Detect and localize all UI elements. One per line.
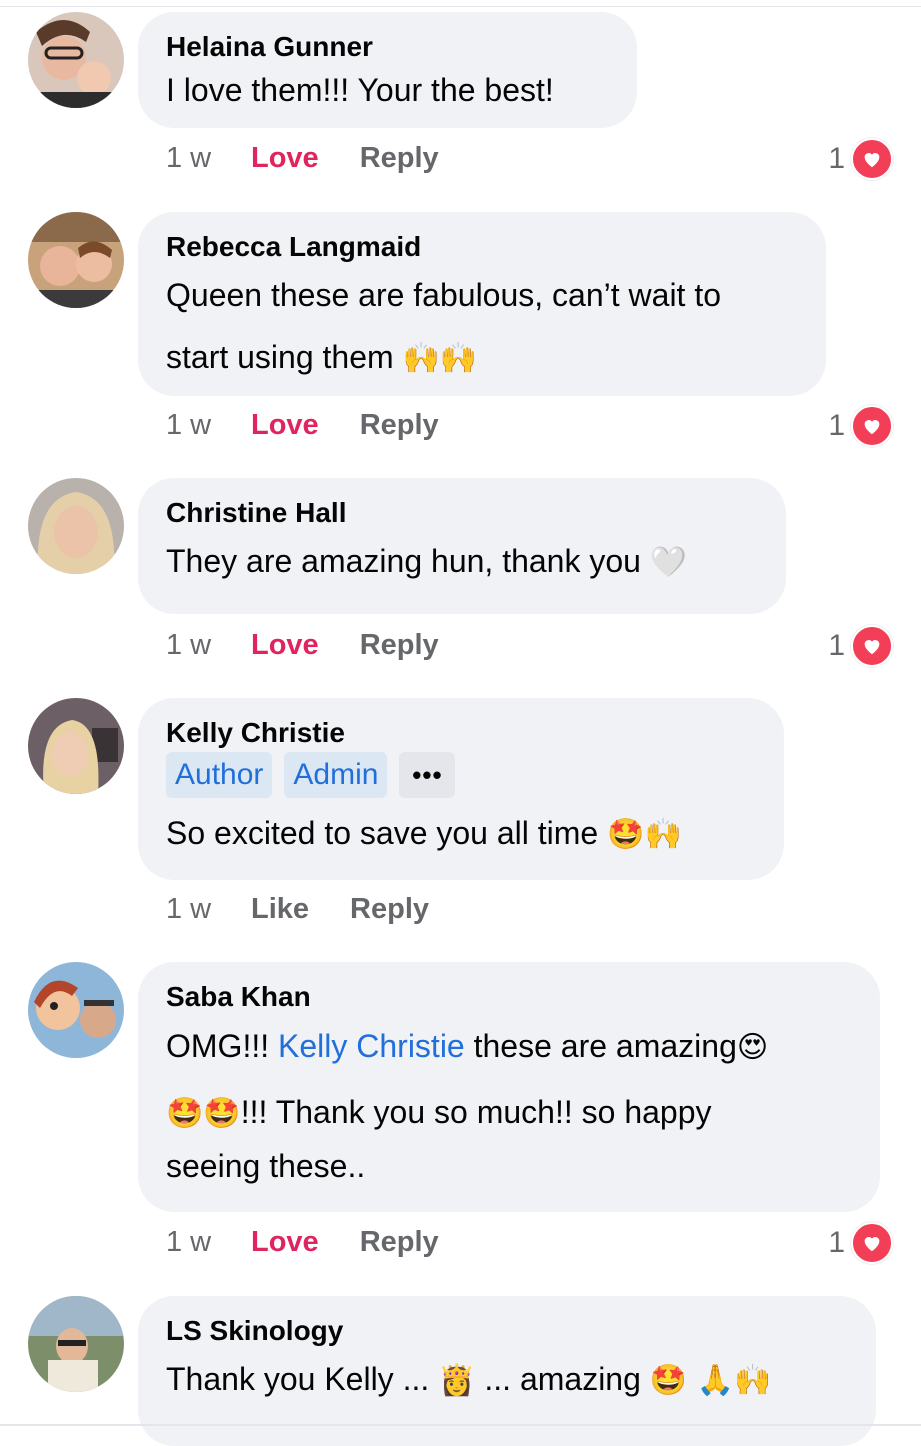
avatar[interactable] [28, 478, 124, 574]
top-divider [0, 6, 921, 7]
comment-text-line: OMG!!! [166, 1028, 278, 1064]
like-button[interactable]: Like [251, 893, 309, 926]
reaction-summary[interactable]: 1 [828, 1222, 893, 1264]
comment-text: Queen these are fabulous, can’t wait to … [166, 264, 798, 390]
avatar[interactable] [28, 1296, 124, 1392]
timestamp[interactable]: 1 w [166, 893, 251, 926]
comment-actions: 1 w Love Reply [166, 405, 480, 445]
comment-actions: 1 w Love Reply [166, 625, 480, 665]
avatar[interactable] [28, 12, 124, 108]
love-button[interactable]: Love [251, 629, 319, 662]
comment-text-line: Queen these are fabulous, can’t wait to [166, 277, 722, 313]
comment-text: So excited to save you all time 🤩🙌 [166, 800, 756, 868]
avatar[interactable] [28, 212, 124, 308]
reaction-summary[interactable]: 1 [828, 405, 893, 447]
timestamp[interactable]: 1 w [166, 629, 251, 662]
bottom-divider [0, 1424, 921, 1426]
comment-text-line: They are amazing hun, thank you [166, 543, 641, 579]
author-badges: Author Admin ••• [166, 752, 756, 798]
comment-actions: 1 w Like Reply [166, 889, 470, 929]
comment-author[interactable]: Saba Khan [166, 980, 852, 1014]
comment-text-line: So excited to save you all time [166, 815, 599, 851]
avatar[interactable] [28, 698, 124, 794]
white-heart-emoji: 🤍 [649, 545, 688, 580]
love-button[interactable]: Love [251, 142, 319, 175]
comment-bubble: Helaina Gunner I love them!!! Your the b… [138, 12, 637, 128]
comment-text: Thank you Kelly ... 👸 ... amazing 🤩 🙏🙌 [166, 1348, 848, 1412]
comment-text-line: start using them [166, 339, 394, 375]
comment-actions: 1 w Love Reply [166, 138, 480, 178]
heart-icon [851, 625, 893, 667]
reply-button[interactable]: Reply [360, 409, 439, 442]
heart-icon [851, 1222, 893, 1264]
heart-icon [851, 138, 893, 180]
comment-bubble: Kelly Christie Author Admin ••• So excit… [138, 698, 784, 880]
comment-text: I love them!!! Your the best! [166, 72, 554, 108]
comment-text-line: ... amazing [475, 1361, 650, 1397]
timestamp[interactable]: 1 w [166, 142, 251, 175]
timestamp[interactable]: 1 w [166, 409, 251, 442]
comment-author[interactable]: Rebecca Langmaid [166, 230, 798, 264]
comment-bubble: Saba Khan OMG!!! Kelly Christie these ar… [138, 962, 880, 1212]
comment-text: OMG!!! Kelly Christie these are amazing😍… [166, 1014, 852, 1210]
comment-text: They are amazing hun, thank you 🤍 [166, 530, 758, 594]
reaction-summary[interactable]: 1 [828, 138, 893, 180]
comment-author[interactable]: Christine Hall [166, 496, 758, 530]
comment-bubble: Rebecca Langmaid Queen these are fabulou… [138, 212, 826, 396]
love-button[interactable]: Love [251, 1226, 319, 1259]
comment-author[interactable]: Helaina Gunner [166, 30, 609, 64]
comment-author[interactable]: LS Skinology [166, 1314, 848, 1348]
star-struck-emoji: 🤩🤩 [166, 1096, 241, 1131]
timestamp[interactable]: 1 w [166, 1226, 251, 1259]
comment-author[interactable]: Kelly Christie [166, 716, 756, 750]
reply-button[interactable]: Reply [360, 1226, 439, 1259]
star-struck-emoji: 🤩 🙏🙌 [649, 1363, 772, 1398]
admin-badge[interactable]: Admin [284, 752, 388, 798]
reply-button[interactable]: Reply [360, 629, 439, 662]
avatar[interactable] [28, 962, 124, 1058]
heart-icon [851, 405, 893, 447]
reaction-count: 1 [828, 142, 845, 175]
reply-button[interactable]: Reply [360, 142, 439, 175]
comment-text-line: Thank you Kelly ... [166, 1361, 439, 1397]
reaction-count: 1 [828, 1226, 845, 1259]
comment-text-line: these are amazing [464, 1028, 737, 1064]
princess-emoji: 👸 [438, 1363, 476, 1398]
comment-bubble: Christine Hall They are amazing hun, tha… [138, 478, 786, 614]
reaction-summary[interactable]: 1 [828, 625, 893, 667]
author-badge[interactable]: Author [166, 752, 273, 798]
mention-link[interactable]: Kelly Christie [278, 1028, 465, 1064]
comment-text-line: !!! Thank you so much!! so happy [240, 1094, 712, 1130]
more-options-icon[interactable]: ••• [399, 752, 456, 798]
love-button[interactable]: Love [251, 409, 319, 442]
star-struck-emoji: 🤩🙌 [607, 817, 682, 852]
comment-actions: 1 w Love Reply [166, 1222, 480, 1262]
heart-eyes-emoji: 😍 [736, 1030, 769, 1065]
raising-hands-emoji: 🙌🙌 [402, 341, 478, 376]
reply-button[interactable]: Reply [350, 893, 429, 926]
reaction-count: 1 [828, 629, 845, 662]
comment-text-line: seeing these.. [166, 1148, 366, 1184]
reaction-count: 1 [828, 409, 845, 442]
